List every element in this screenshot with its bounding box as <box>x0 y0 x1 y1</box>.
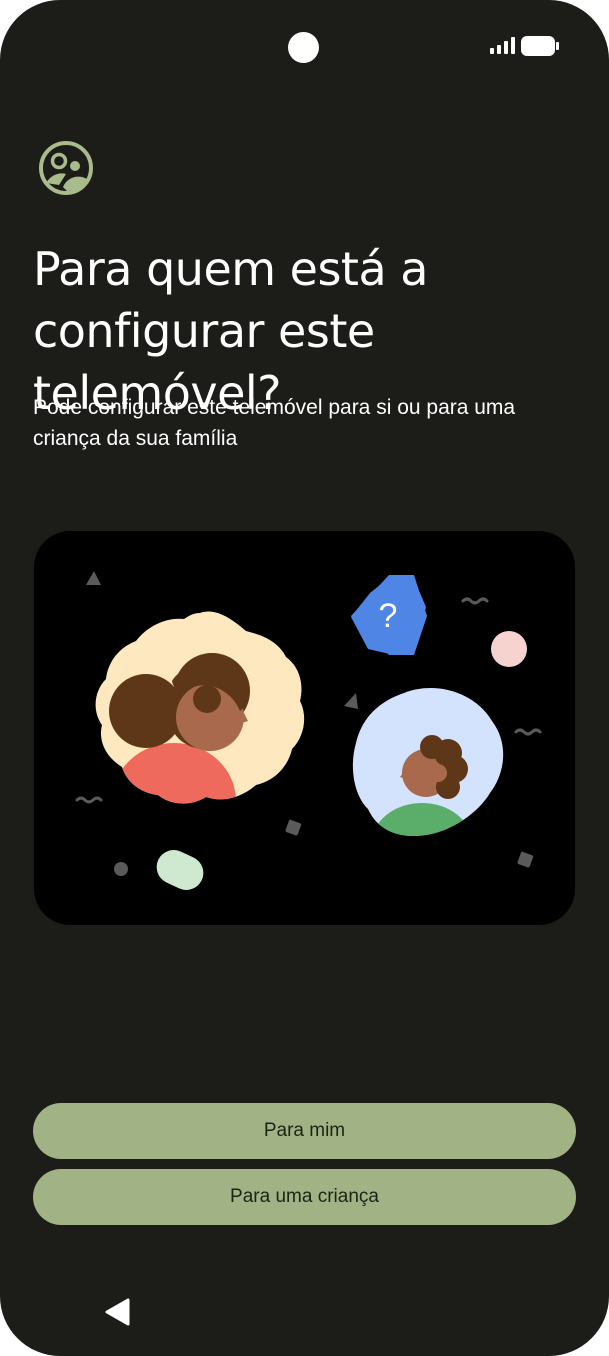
parent-avatar <box>95 611 305 804</box>
confetti-square <box>517 851 534 868</box>
phone-screen: Para quem está a configurar este telemóv… <box>0 0 609 1356</box>
confetti-squiggle <box>514 728 542 736</box>
family-illustration-graphic: ? <box>75 571 542 890</box>
confetti-squiggle <box>75 796 103 804</box>
signal-icon <box>490 37 515 54</box>
child-avatar <box>352 688 504 836</box>
for-child-button[interactable]: Para uma criança <box>33 1169 576 1225</box>
page-subtitle: Pode configurar este telemóvel para si o… <box>33 396 516 450</box>
confetti-square <box>285 819 302 836</box>
confetti-triangle <box>86 571 101 585</box>
question-mark: ? <box>379 597 398 635</box>
confetti-dot <box>114 862 128 876</box>
family-illustration: ? <box>34 531 575 925</box>
confetti-pill <box>156 850 204 890</box>
for-me-button[interactable]: Para mim <box>33 1103 576 1159</box>
camera-cutout <box>288 32 319 63</box>
confetti-circle <box>491 631 527 667</box>
confetti-triangle <box>344 693 358 709</box>
supervised-user-icon <box>39 141 93 195</box>
back-triangle-icon[interactable] <box>104 1298 130 1326</box>
battery-icon <box>521 36 559 56</box>
confetti-squiggle <box>461 597 489 605</box>
question-badge: ? <box>351 575 427 655</box>
